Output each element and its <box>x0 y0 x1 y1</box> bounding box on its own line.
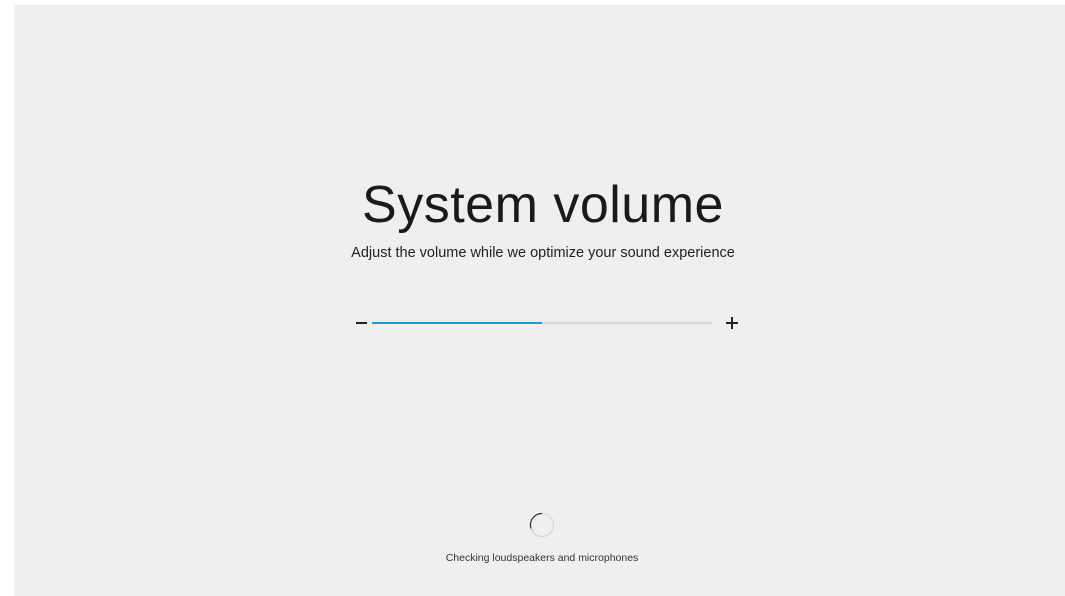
page-title: System volume <box>362 176 724 234</box>
minus-icon <box>355 322 367 324</box>
volume-up-button[interactable] <box>720 311 744 335</box>
volume-down-button[interactable] <box>349 311 373 335</box>
page-subtitle: Adjust the volume while we optimize your… <box>351 245 735 261</box>
status-text: Checking loudspeakers and microphones <box>445 552 639 564</box>
volume-slider[interactable] <box>372 315 712 331</box>
setup-screen: System volume Adjust the volume while we… <box>14 5 1065 596</box>
spinner-icon <box>529 512 554 537</box>
volume-slider-fill <box>372 322 542 324</box>
